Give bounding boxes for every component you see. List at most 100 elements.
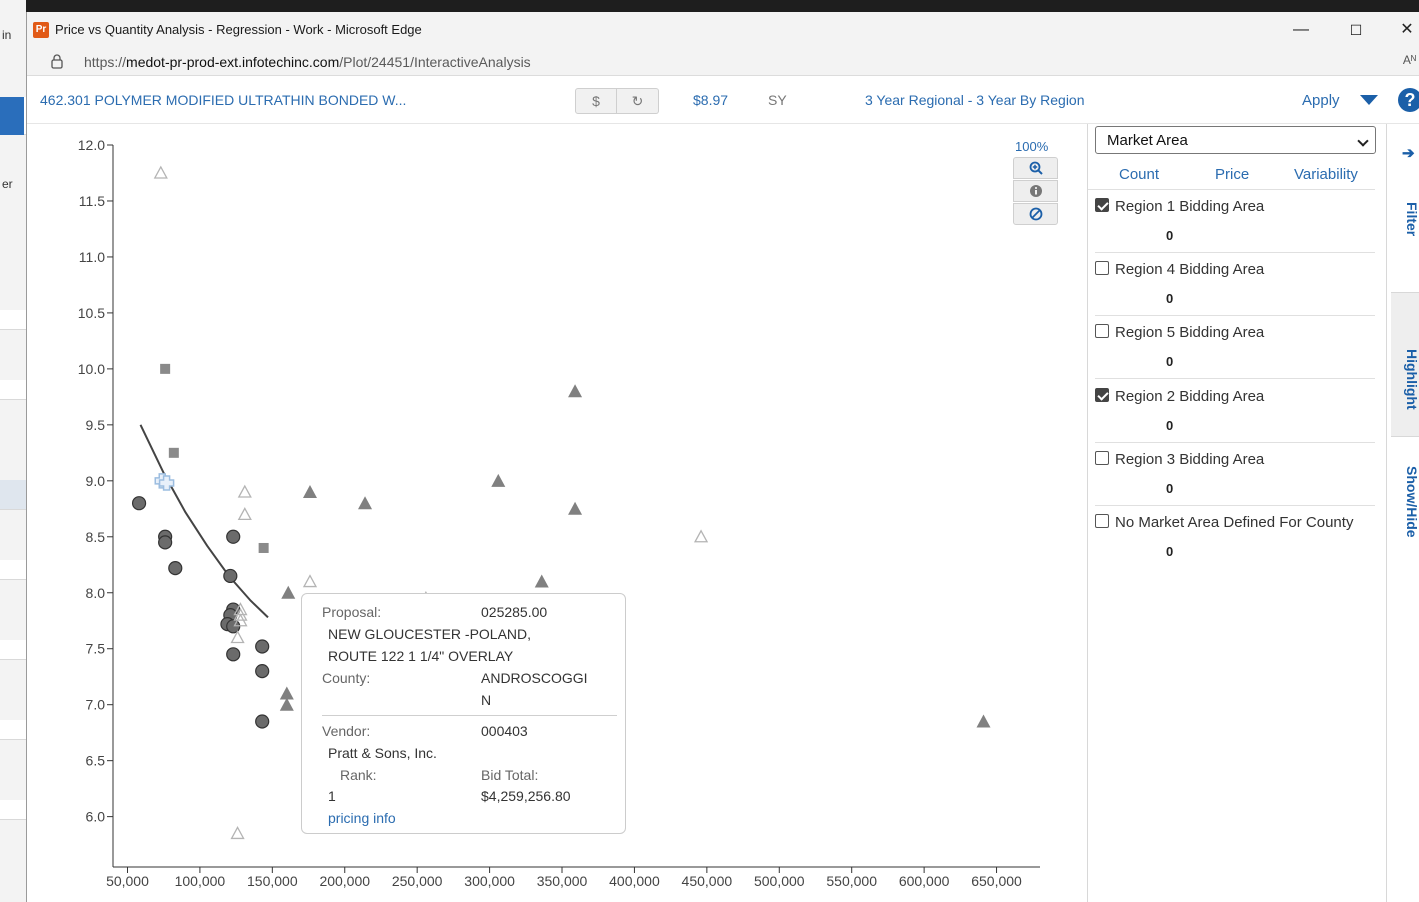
market-area-select[interactable]: Market Area <box>1095 126 1376 154</box>
data-point-triangle[interactable] <box>302 485 317 499</box>
minimize-button[interactable]: — <box>1281 18 1321 42</box>
tab-show-hide[interactable]: Show/Hide <box>1391 452 1419 552</box>
data-point-triangle[interactable] <box>279 686 294 700</box>
y-tick-label: 7.5 <box>86 641 106 657</box>
info-icon <box>1029 185 1042 197</box>
tooltip-county-label: County: <box>322 670 371 686</box>
app-icon: Pr <box>33 22 49 38</box>
data-point-open-triangle[interactable] <box>302 574 318 588</box>
title-bar[interactable]: Pr Price vs Quantity Analysis - Regressi… <box>27 12 1419 46</box>
data-point-circle[interactable] <box>255 714 270 729</box>
zoom-in-button[interactable] <box>1013 157 1058 179</box>
data-point-tooltip: Proposal: 025285.00 NEW GLOUCESTER -POLA… <box>301 593 626 834</box>
tooltip-vendor-label: Vendor: <box>322 723 371 739</box>
reset-zoom-button[interactable] <box>1013 203 1058 225</box>
tab-price[interactable]: Price <box>1215 166 1249 183</box>
data-point-square[interactable] <box>258 542 269 553</box>
data-point-open-triangle[interactable] <box>153 165 168 179</box>
data-point-open-triangle[interactable] <box>693 529 709 543</box>
maximize-button[interactable]: ☐ <box>1336 18 1376 42</box>
data-point-circle[interactable] <box>158 535 173 550</box>
y-tick-label: 9.0 <box>86 473 106 489</box>
read-aloud-icon[interactable]: Aᴺ <box>1403 53 1416 67</box>
x-tick-label: 450,000 <box>682 873 733 889</box>
close-button[interactable]: ✕ <box>1387 18 1419 42</box>
browser-window: Pr Price vs Quantity Analysis - Regressi… <box>26 12 1419 902</box>
data-point-circle[interactable] <box>131 496 147 511</box>
region-checkbox[interactable] <box>1095 450 1109 465</box>
data-point-circle[interactable] <box>226 647 241 662</box>
collapse-panel-arrow-icon[interactable]: ➔ <box>1402 144 1415 162</box>
data-point-open-triangle[interactable] <box>237 507 252 521</box>
background-selected-item <box>0 97 24 135</box>
help-icon[interactable]: ? <box>1398 88 1419 112</box>
tab-filter[interactable]: Filter <box>1391 184 1419 254</box>
page-header: 462.301 POLYMER MODIFIED ULTRATHIN BONDE… <box>27 76 1419 124</box>
region-filter-item[interactable]: No Market Area Defined For County 0 <box>1095 506 1375 569</box>
x-tick-label: 100,000 <box>175 873 226 889</box>
region-filter-item[interactable]: Region 4 Bidding Area 0 <box>1095 253 1375 317</box>
tooltip-vendor-value: 000403 <box>481 723 528 739</box>
data-point-triangle[interactable] <box>534 574 549 588</box>
item-title-link[interactable]: 462.301 POLYMER MODIFIED ULTRATHIN BONDE… <box>40 92 406 108</box>
y-tick-label: 9.5 <box>86 417 106 433</box>
y-tick-label: 8.0 <box>86 585 106 601</box>
region-checkbox[interactable] <box>1095 324 1109 339</box>
data-point-open-triangle[interactable] <box>237 484 252 498</box>
y-tick-label: 8.5 <box>86 529 106 545</box>
region-filter-item[interactable]: Region 2 Bidding Area 0 <box>1095 380 1375 443</box>
data-point-circle[interactable] <box>223 568 238 584</box>
tooltip-description-line: NEW GLOUCESTER -POLAND, <box>328 626 532 642</box>
background-band <box>0 560 26 580</box>
data-point-triangle[interactable] <box>568 384 583 398</box>
url-path: /Plot/24451/InteractiveAnalysis <box>339 54 531 70</box>
data-point-square[interactable] <box>168 447 179 458</box>
region-label: Region 1 Bidding Area <box>1115 198 1265 215</box>
data-point-circle[interactable] <box>226 529 241 544</box>
price-mode-button[interactable]: $ <box>575 88 617 114</box>
data-point-circle[interactable] <box>168 561 183 576</box>
data-point-open-triangle[interactable] <box>230 826 245 840</box>
tooltip-divider <box>322 715 617 716</box>
data-point-triangle[interactable] <box>358 496 373 510</box>
region-count: 0 <box>1166 480 1174 496</box>
tab-variability[interactable]: Variability <box>1294 166 1358 183</box>
region-filter-item[interactable]: Region 5 Bidding Area 0 <box>1095 316 1375 380</box>
refresh-button[interactable]: ↻ <box>617 88 659 114</box>
data-point-square[interactable] <box>160 363 171 374</box>
region-checkbox[interactable] <box>1095 198 1109 212</box>
period-selector-link[interactable]: 3 Year Regional - 3 Year By Region <box>865 92 1085 108</box>
region-checkbox[interactable] <box>1095 514 1109 528</box>
tab-highlight[interactable]: Highlight <box>1391 292 1419 437</box>
region-filter-item[interactable]: Region 1 Bidding Area 0 <box>1095 190 1375 253</box>
unit-price-link[interactable]: $8.97 <box>693 92 728 108</box>
market-area-select-value: Market Area <box>1107 132 1188 149</box>
pricing-info-link[interactable]: pricing info <box>328 810 396 826</box>
data-point-circle[interactable] <box>255 664 270 679</box>
regression-line <box>139 424 269 619</box>
data-point-triangle[interactable] <box>976 714 991 728</box>
y-tick-label: 10.5 <box>78 305 105 321</box>
apply-dropdown-caret-icon[interactable] <box>1360 95 1378 105</box>
background-app-strip: in er <box>0 0 26 902</box>
zoom-level: 100% <box>1015 139 1049 154</box>
y-tick-label: 6.0 <box>86 809 106 825</box>
data-point-triangle[interactable] <box>279 697 294 711</box>
data-point-triangle[interactable] <box>281 585 296 599</box>
region-label: Region 3 Bidding Area <box>1115 450 1265 468</box>
plot-info-button[interactable] <box>1013 180 1058 202</box>
data-point-triangle[interactable] <box>491 473 506 487</box>
background-band <box>0 380 26 400</box>
region-checkbox[interactable] <box>1095 387 1109 402</box>
data-point-triangle[interactable] <box>568 501 583 515</box>
region-checkbox[interactable] <box>1095 261 1109 276</box>
tab-count[interactable]: Count <box>1119 166 1159 183</box>
data-point-circle[interactable] <box>255 639 270 654</box>
url-field[interactable]: https://medot-pr-prod-ext.infotechinc.co… <box>84 54 531 70</box>
apply-button[interactable]: Apply <box>1302 92 1340 109</box>
region-filter-item[interactable]: Region 3 Bidding Area 0 <box>1095 443 1375 506</box>
address-bar[interactable]: https://medot-pr-prod-ext.infotechinc.co… <box>27 46 1419 76</box>
lock-icon[interactable] <box>49 53 65 69</box>
url-scheme: https:// <box>84 54 127 70</box>
x-tick-label: 400,000 <box>609 873 660 889</box>
